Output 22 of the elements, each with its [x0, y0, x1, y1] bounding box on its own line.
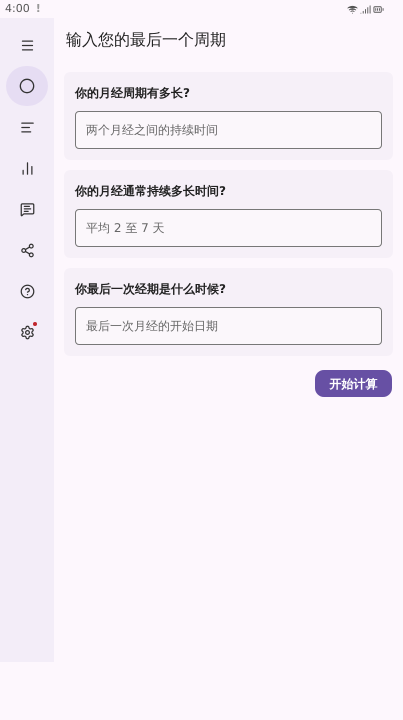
lines-icon [20, 120, 34, 134]
share-icon [20, 242, 34, 258]
page-title: 输入您的最后一个周期 [66, 29, 227, 51]
input-field[interactable]: 两个月经之间的持续时间 [75, 111, 382, 149]
question-label: 你的月经周期有多长? [75, 85, 191, 102]
input-field[interactable]: 最后一次月经的开始日期 [75, 307, 382, 345]
input-field[interactable]: 平均 2 至 7 天 [75, 209, 382, 247]
signal-icon [360, 4, 371, 14]
menu-icon [20, 38, 34, 52]
battery-icon [373, 4, 384, 14]
nav-item[interactable] [6, 66, 48, 106]
alert-icon: ! [36, 0, 41, 18]
status-time: 4:00 [5, 0, 30, 17]
calculate-button[interactable]: 开始计算 [315, 370, 392, 397]
help-icon [20, 284, 34, 298]
bar-chart-icon [20, 160, 34, 176]
question-label: 你最后一次经期是什么时候? [75, 281, 227, 298]
settings-icon [20, 324, 34, 340]
wifi-icon [347, 4, 358, 14]
question-label: 你的月经通常持续多长时间? [75, 183, 227, 200]
circle-icon [19, 78, 35, 94]
message-icon [20, 202, 34, 216]
